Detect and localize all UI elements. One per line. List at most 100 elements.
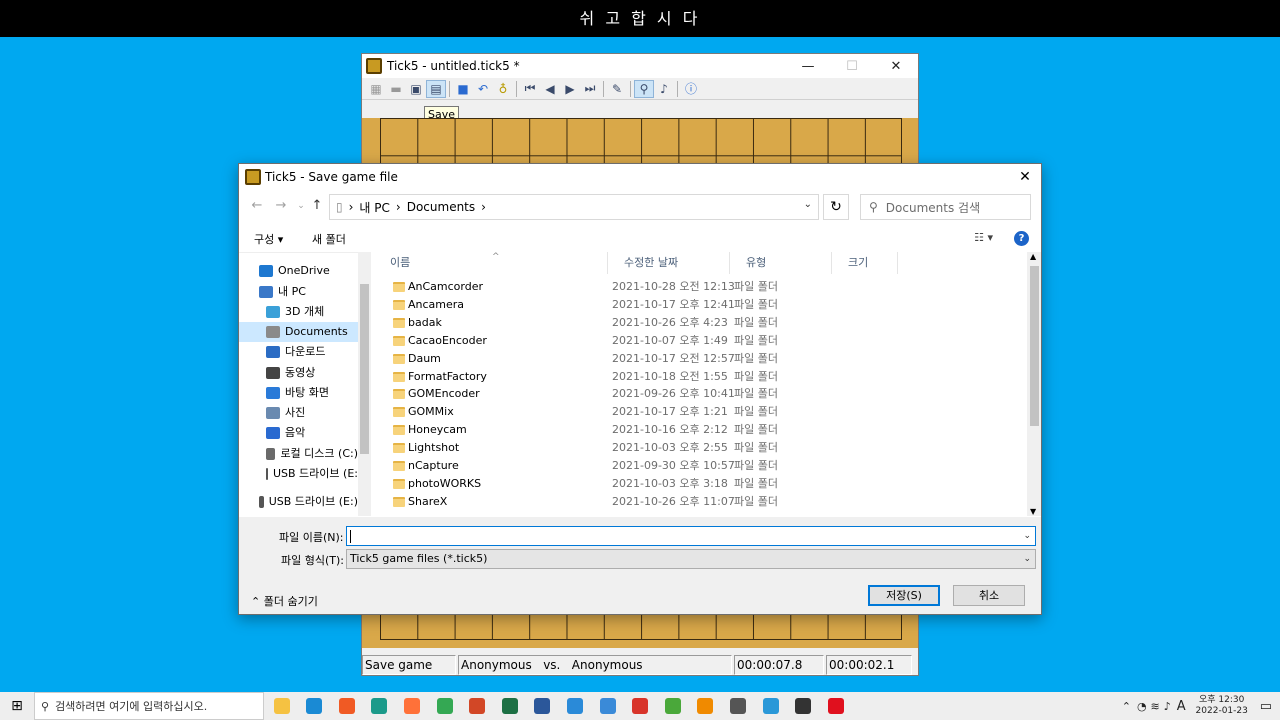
opera-icon[interactable] bbox=[821, 692, 851, 720]
word-icon[interactable] bbox=[527, 692, 557, 720]
network-icon[interactable]: ◔ bbox=[1137, 700, 1147, 713]
hint-icon[interactable]: ♁ bbox=[493, 80, 513, 98]
organize-button[interactable]: 구성 ▾ bbox=[254, 231, 283, 247]
file-row[interactable]: Daum 2021-10-17 오전 12:57 파일 폴더 bbox=[374, 350, 1014, 368]
column-header-type[interactable]: 유형 bbox=[730, 252, 832, 274]
brave-icon[interactable] bbox=[332, 692, 362, 720]
tree-item[interactable]: 동영상 bbox=[266, 363, 358, 383]
address-bar[interactable]: ▯ › 내 PC › Documents › ⌄ bbox=[329, 194, 819, 220]
new-game-icon[interactable]: ▦ bbox=[366, 80, 386, 98]
undo-icon[interactable]: ↶ bbox=[473, 80, 493, 98]
file-row[interactable]: CacaoEncoder 2021-10-07 오후 1:49 파일 폴더 bbox=[374, 332, 1014, 350]
save-icon[interactable]: ▣ bbox=[406, 80, 426, 98]
tree-item[interactable]: Documents bbox=[239, 322, 358, 342]
app-s-icon[interactable] bbox=[364, 692, 394, 720]
taskbar-search[interactable]: ⚲ 검색하려면 여기에 입력하십시오. bbox=[34, 692, 264, 720]
filename-dropdown-icon[interactable]: ⌄ bbox=[1023, 527, 1031, 545]
sound-icon[interactable]: ♪ bbox=[654, 80, 674, 98]
tree-item[interactable]: 3D 개체 bbox=[266, 302, 358, 322]
settings-icon[interactable]: ✎ bbox=[607, 80, 627, 98]
close-icon[interactable]: ✕ bbox=[874, 54, 918, 78]
scroll-down-icon[interactable]: ▼ bbox=[1030, 507, 1036, 516]
help-icon[interactable]: ? bbox=[1014, 231, 1029, 246]
file-explorer-icon[interactable] bbox=[267, 692, 297, 720]
maximize-icon[interactable]: ☐ bbox=[830, 54, 874, 78]
calculator-icon[interactable] bbox=[723, 692, 753, 720]
filetype-select[interactable]: Tick5 game files (*.tick5) ⌄ bbox=[346, 549, 1036, 569]
cancel-button[interactable]: 취소 bbox=[953, 585, 1025, 606]
hide-folders-toggle[interactable]: ⌃ 폴더 숨기기 bbox=[251, 593, 318, 609]
file-row[interactable]: Honeycam 2021-10-16 오후 2:12 파일 폴더 bbox=[374, 421, 1014, 439]
ime-indicator[interactable]: A bbox=[1177, 699, 1186, 714]
excel-icon[interactable] bbox=[495, 692, 525, 720]
file-row[interactable]: GOMMix 2021-10-17 오후 1:21 파일 폴더 bbox=[374, 403, 1014, 421]
firefox-icon[interactable] bbox=[397, 692, 427, 720]
windows-start-icon[interactable]: ⊞ bbox=[0, 692, 34, 720]
list-scrollbar[interactable]: ▲ ▼ bbox=[1027, 252, 1041, 516]
open-icon[interactable]: ▬ bbox=[386, 80, 406, 98]
tree-scroll-thumb[interactable] bbox=[360, 284, 369, 454]
file-row[interactable]: GOMEncoder 2021-09-26 오후 10:41 파일 폴더 bbox=[374, 385, 1014, 403]
paint-icon[interactable] bbox=[593, 692, 623, 720]
save-button[interactable]: 저장(S) bbox=[868, 585, 940, 606]
forward-icon[interactable]: → bbox=[273, 198, 289, 214]
search-input[interactable]: ⚲ Documents 검색 bbox=[860, 194, 1031, 220]
vlc-icon[interactable] bbox=[690, 692, 720, 720]
file-row[interactable]: Ancamera 2021-10-17 오후 12:41 파일 폴더 bbox=[374, 296, 1014, 314]
about-icon[interactable]: ⓘ bbox=[681, 80, 701, 98]
tree-item[interactable]: 내 PC bbox=[259, 282, 358, 302]
file-row[interactable]: Lightshot 2021-10-03 오후 2:55 파일 폴더 bbox=[374, 439, 1014, 457]
wifi-icon[interactable]: ≋ bbox=[1151, 700, 1160, 713]
breadcrumb-pc[interactable]: 내 PC bbox=[359, 199, 389, 216]
tray-chevron-icon[interactable]: ⌃ bbox=[1122, 700, 1131, 713]
breadcrumb-documents[interactable]: Documents bbox=[407, 200, 475, 214]
up-icon[interactable]: ↑ bbox=[309, 198, 325, 214]
minimize-icon[interactable]: — bbox=[786, 54, 830, 78]
next-move-icon[interactable]: ▶ bbox=[560, 80, 580, 98]
tree-scrollbar[interactable] bbox=[358, 252, 371, 516]
last-move-icon[interactable]: ⏭ bbox=[580, 80, 600, 98]
edge-icon[interactable] bbox=[299, 692, 329, 720]
tree-item[interactable]: 음악 bbox=[266, 423, 358, 443]
recent-chevron-icon[interactable]: ⌄ bbox=[293, 198, 309, 214]
file-row[interactable]: ShareX 2021-10-26 오후 11:07 파일 폴더 bbox=[374, 493, 1014, 511]
app-se-icon[interactable] bbox=[625, 692, 655, 720]
file-row[interactable]: photoWORKS 2021-10-03 오후 3:18 파일 폴더 bbox=[374, 475, 1014, 493]
file-row[interactable]: nCapture 2021-09-30 오후 10:57 파일 폴더 bbox=[374, 457, 1014, 475]
notification-icon[interactable]: ▭ bbox=[1260, 699, 1272, 714]
list-scroll-thumb[interactable] bbox=[1030, 266, 1039, 426]
chrome-icon[interactable] bbox=[430, 692, 460, 720]
tree-item[interactable]: OneDrive bbox=[259, 261, 358, 281]
tree-item[interactable]: USB 드라이브 (E:) bbox=[259, 492, 358, 512]
copy-icon[interactable]: ■ bbox=[453, 80, 473, 98]
file-row[interactable]: badak 2021-10-26 오후 4:23 파일 폴더 bbox=[374, 314, 1014, 332]
view-options-icon[interactable]: ☷ ▾ bbox=[974, 231, 993, 244]
app-green-icon[interactable] bbox=[658, 692, 688, 720]
column-header-date[interactable]: 수정한 날짜 bbox=[608, 252, 730, 274]
filetype-dropdown-icon[interactable]: ⌄ bbox=[1023, 550, 1031, 568]
file-row[interactable]: FormatFactory 2021-10-18 오전 1:55 파일 폴더 bbox=[374, 368, 1014, 386]
column-header-name[interactable]: 이름 ^ bbox=[374, 252, 608, 274]
prev-move-icon[interactable]: ◀ bbox=[540, 80, 560, 98]
file-row[interactable]: AnCamcorder 2021-10-28 오전 12:13 파일 폴더 bbox=[374, 278, 1014, 296]
tree-item[interactable]: 로컬 디스크 (C:) bbox=[266, 444, 358, 464]
tree-item[interactable]: USB 드라이브 (E: bbox=[266, 464, 358, 484]
new-folder-button[interactable]: 새 폴더 bbox=[312, 231, 346, 247]
refresh-icon[interactable]: ↻ bbox=[823, 194, 849, 220]
sticky-icon[interactable] bbox=[788, 692, 818, 720]
app-blue-icon[interactable] bbox=[756, 692, 786, 720]
address-dropdown-icon[interactable]: ⌄ bbox=[804, 199, 812, 210]
scroll-up-icon[interactable]: ▲ bbox=[1030, 252, 1036, 261]
app-monitor-icon[interactable] bbox=[560, 692, 590, 720]
tree-item[interactable]: 사진 bbox=[266, 403, 358, 423]
column-header-size[interactable]: 크기 bbox=[832, 252, 898, 274]
volume-icon[interactable]: ♪ bbox=[1164, 700, 1171, 713]
filename-input[interactable]: ⌄ bbox=[346, 526, 1036, 546]
tree-item[interactable]: 바탕 화면 bbox=[266, 383, 358, 403]
tree-item[interactable]: 다운로드 bbox=[266, 342, 358, 362]
save-as-icon[interactable]: ▤ bbox=[426, 79, 446, 98]
dialog-close-icon[interactable]: ✕ bbox=[1015, 167, 1035, 187]
powerpoint-icon[interactable] bbox=[462, 692, 492, 720]
first-move-icon[interactable]: ⏮ bbox=[520, 80, 540, 98]
back-icon[interactable]: ← bbox=[249, 198, 265, 214]
